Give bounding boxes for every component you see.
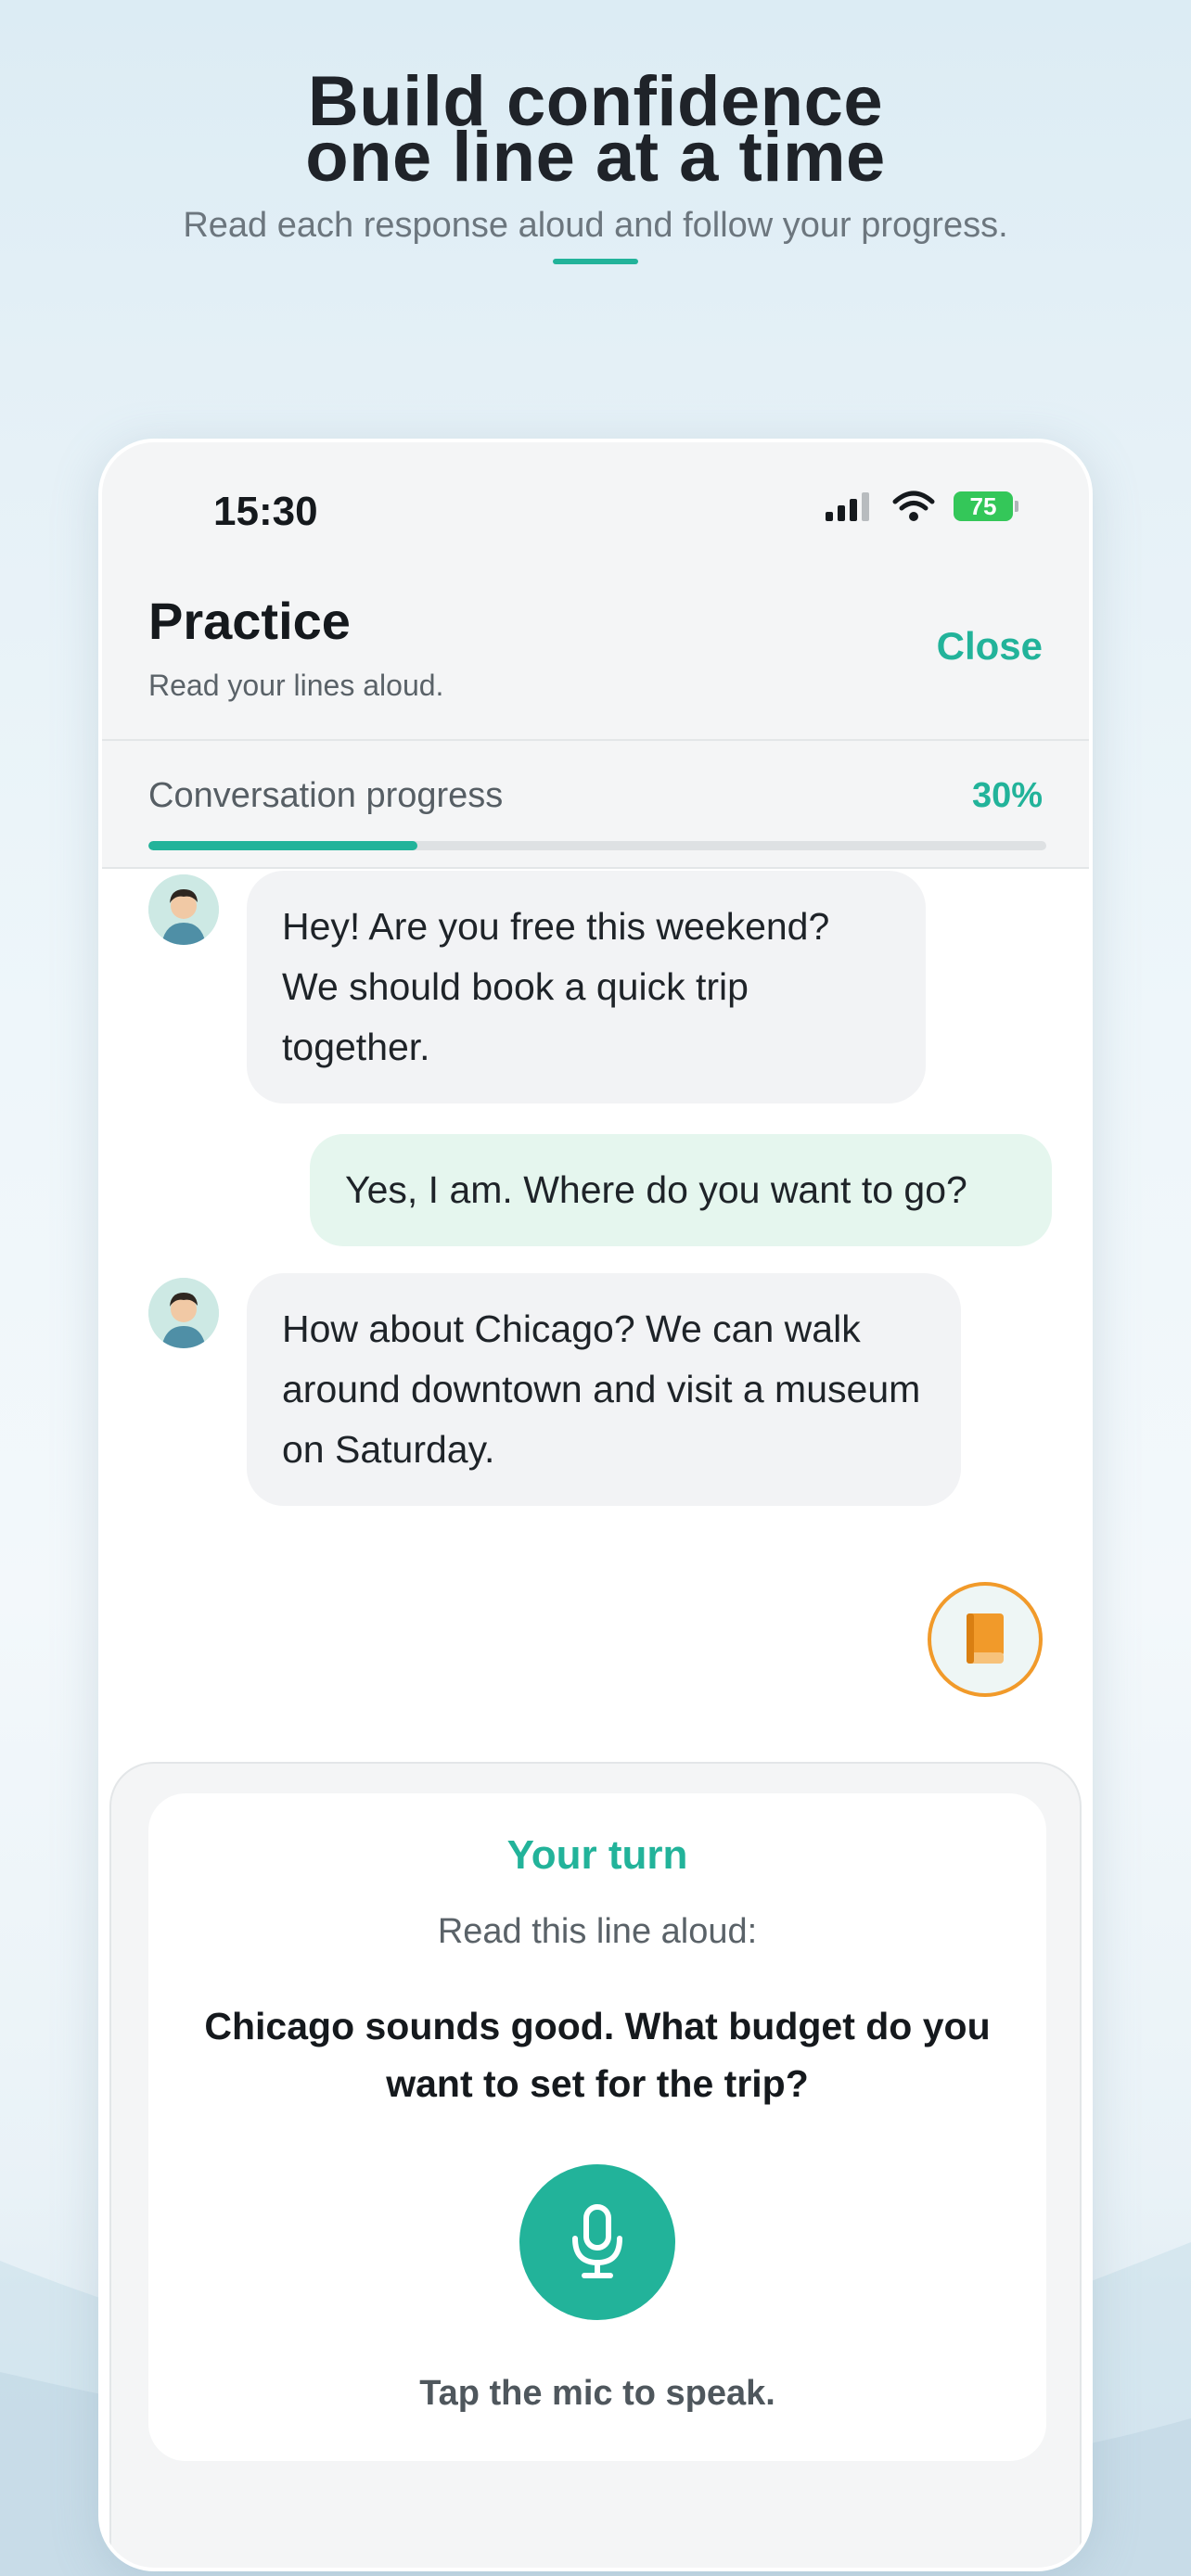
- mic-icon: [572, 2204, 622, 2278]
- hero-title-line2: one line at a time: [305, 118, 886, 197]
- close-button[interactable]: Close: [937, 624, 1043, 669]
- status-icons: 75: [826, 491, 1018, 522]
- mic-button[interactable]: [519, 2164, 675, 2320]
- battery-cap: [1015, 501, 1018, 512]
- battery-level: 75: [954, 491, 1013, 521]
- book-button[interactable]: [928, 1582, 1043, 1697]
- message-bubble-partner: Hey! Are you free this weekend? We shoul…: [247, 871, 926, 1103]
- avatar: [148, 874, 219, 945]
- your-turn-title: Your turn: [506, 1832, 688, 1878]
- progress-bar: [148, 841, 1046, 850]
- message-bubble-user: Yes, I am. Where do you want to go?: [310, 1134, 1052, 1246]
- message-bubble-partner: How about Chicago? We can walk around do…: [247, 1273, 961, 1506]
- progress-percent: 30%: [971, 776, 1043, 815]
- battery-icon: 75: [954, 491, 1018, 521]
- book-icon: [967, 1613, 1004, 1664]
- wifi-icon: [892, 491, 935, 521]
- status-time: 15:30: [213, 489, 318, 534]
- phone-frame: 15:30 75 Practice Read your lines aloud.…: [98, 439, 1093, 2571]
- your-turn-card: Your turn Read this line aloud: Chicago …: [148, 1793, 1046, 2461]
- top-area: 15:30 75 Practice Read your lines aloud.…: [102, 442, 1089, 869]
- header-divider: [102, 739, 1089, 741]
- progress-bar-fill: [148, 841, 418, 850]
- page-subtitle: Read your lines aloud.: [148, 669, 444, 702]
- avatar: [148, 1278, 219, 1348]
- your-turn-panel: Your turn Read this line aloud: Chicago …: [109, 1762, 1082, 2568]
- hero-title: Build confidence one line at a time: [0, 67, 1191, 197]
- hero-subtitle: Read each response aloud and follow your…: [183, 206, 1008, 245]
- page-title: Practice: [148, 592, 351, 650]
- signal-icon: [826, 492, 869, 521]
- mic-hint: Tap the mic to speak.: [419, 2374, 775, 2413]
- hero-header: Build confidence one line at a time Read…: [0, 67, 1191, 264]
- your-turn-instruction: Read this line aloud:: [437, 1912, 758, 1951]
- hero-accent-bar: [553, 259, 638, 264]
- progress-label: Conversation progress: [148, 776, 504, 815]
- your-turn-line: Chicago sounds good. What budget do you …: [204, 2005, 991, 2105]
